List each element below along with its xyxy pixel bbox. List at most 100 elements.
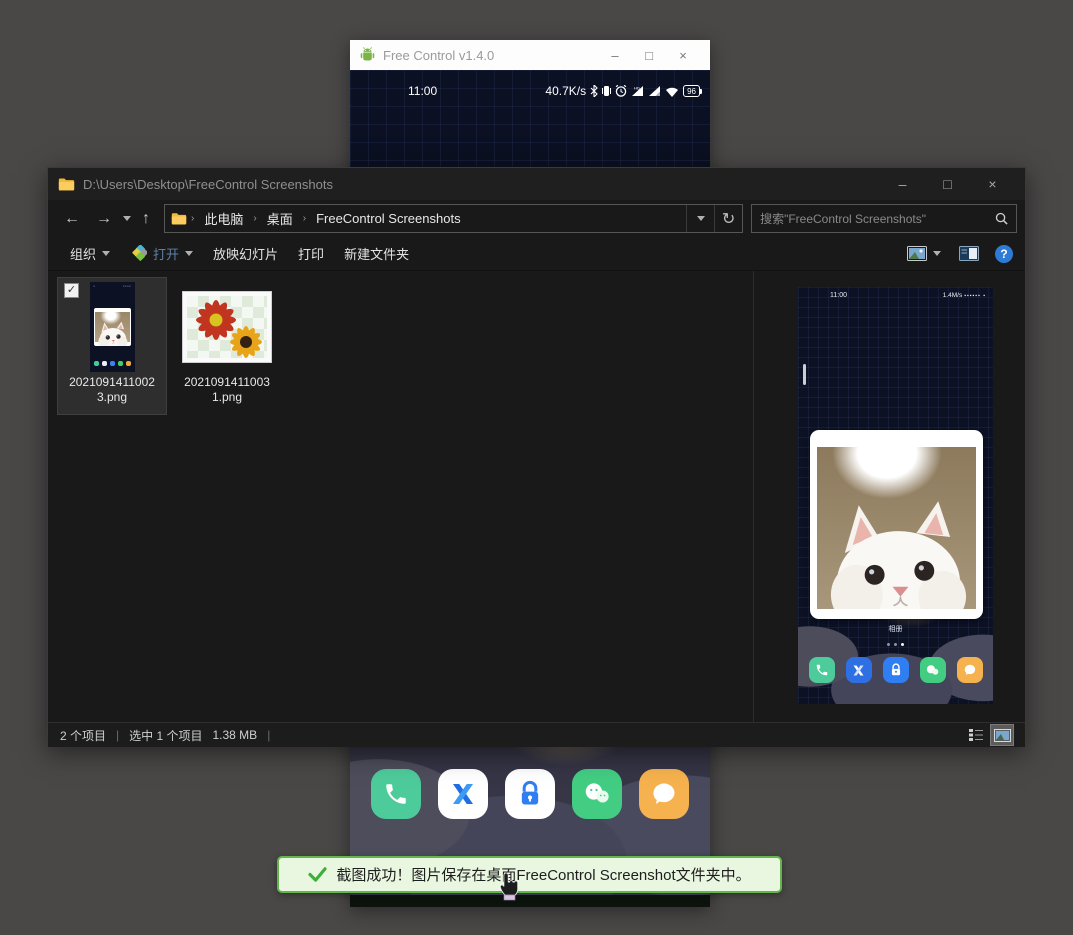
preview-phone-status-bar: 11:00 1.4M/s ▪▪▪▪▪▪ ▪ (798, 292, 993, 299)
close-button[interactable]: × (666, 48, 700, 63)
maximize-button[interactable]: □ (925, 176, 970, 192)
photo-widget-label: 相册 (798, 624, 993, 634)
navigation-bar: ← → ↑ › 此电脑 › 桌面 › FreeControl Screensho… (48, 200, 1025, 237)
messages-app-icon[interactable] (639, 769, 689, 819)
status-separator: | (116, 728, 119, 742)
breadcrumb-separator: › (301, 213, 308, 224)
phone-clock: 11:00 (408, 84, 437, 98)
open-button[interactable]: 打开 (120, 237, 203, 270)
svg-text:HD: HD (634, 86, 640, 91)
x-browser-app-icon[interactable] (438, 769, 488, 819)
battery-icon: 96 (683, 85, 700, 97)
selection-size: 1.38 MB (212, 728, 257, 742)
new-folder-label: 新建文件夹 (344, 244, 409, 263)
status-separator: | (267, 728, 270, 742)
minimize-button[interactable]: – (880, 176, 925, 192)
phone-status-bar: 11:00 40.7K/s HD 96 (350, 82, 710, 100)
preview-clock: 11:00 (830, 292, 847, 299)
signal-sim2-icon (648, 85, 661, 97)
print-button[interactable]: 打印 (288, 237, 334, 270)
wechat-app-icon (920, 657, 946, 683)
slideshow-label: 放映幻灯片 (213, 244, 278, 263)
organize-button[interactable]: 组织 (60, 237, 120, 270)
photo-widget-card (810, 430, 983, 619)
sidebar-handle (803, 364, 806, 385)
slideshow-button[interactable]: 放映幻灯片 (203, 237, 288, 270)
preview-net-speed: 1.4M/s (943, 292, 963, 299)
thumbnail-view-icon (907, 246, 927, 261)
home-page-dots (798, 643, 993, 646)
file-name: 2021091411003 1.png (184, 375, 270, 405)
file-list-area[interactable]: ▪▪▪▪▪ 2021091411002 3.png ✓ (48, 271, 1025, 722)
breadcrumb-this-pc[interactable]: 此电脑 (198, 205, 249, 232)
refresh-button[interactable]: ↻ (714, 205, 742, 232)
folder-icon (171, 212, 187, 225)
search-icon[interactable] (995, 212, 1008, 225)
details-view-button[interactable] (965, 725, 987, 745)
close-button[interactable]: × (970, 176, 1015, 192)
search-box[interactable] (751, 204, 1017, 233)
forward-button[interactable]: → (88, 210, 120, 228)
explorer-title: D:\Users\Desktop\FreeControl Screenshots (83, 177, 880, 192)
x-browser-app-icon (846, 657, 872, 683)
selection-checkbox[interactable]: ✓ (64, 283, 79, 298)
preview-status-icons: ▪▪▪▪▪▪ ▪ (964, 293, 986, 299)
chevron-down-icon (185, 251, 193, 256)
print-label: 打印 (298, 244, 324, 263)
search-input[interactable] (752, 212, 995, 226)
new-folder-button[interactable]: 新建文件夹 (334, 237, 419, 270)
organize-label: 组织 (70, 244, 96, 263)
back-button[interactable]: ← (56, 210, 88, 228)
phone-app-icon (809, 657, 835, 683)
window-title: Free Control v1.4.0 (383, 48, 598, 63)
file-item-screenshot[interactable]: 2021091411003 1.png (173, 278, 281, 414)
screenshot-success-toast: 截图成功！图片保存在桌面FreeControl Screenshot文件夹中。 (277, 856, 782, 893)
hand-cursor (498, 871, 520, 901)
preview-pane-button[interactable] (957, 246, 981, 261)
lock-app-icon (883, 657, 909, 683)
file-thumbnail: ▪▪▪▪▪ (90, 282, 135, 372)
android-icon (360, 47, 375, 63)
explorer-titlebar[interactable]: D:\Users\Desktop\FreeControl Screenshots… (48, 168, 1025, 200)
phone-nav-strip (350, 895, 710, 907)
minimize-button[interactable]: – (598, 48, 632, 63)
command-toolbar: 组织 打开 放映幻灯片 打印 新建文件夹 (48, 237, 1025, 271)
cat-photo (817, 447, 976, 609)
address-bar[interactable]: › 此电脑 › 桌面 › FreeControl Screenshots ↻ (164, 204, 743, 233)
address-dropdown-chevron-icon[interactable] (686, 205, 714, 232)
history-chevron-icon[interactable] (120, 213, 134, 224)
breadcrumb-desktop[interactable]: 桌面 (261, 205, 299, 232)
check-icon (308, 867, 327, 882)
wifi-icon (665, 86, 679, 97)
messages-app-icon (957, 657, 983, 683)
chevron-down-icon (102, 251, 110, 256)
free-control-titlebar[interactable]: Free Control v1.4.0 – □ × (350, 40, 710, 70)
breadcrumb-current-folder[interactable]: FreeControl Screenshots (310, 207, 467, 230)
maximize-button[interactable]: □ (632, 48, 666, 63)
status-bar: 2 个项目 | 选中 1 个项目 1.38 MB | (48, 722, 1025, 747)
help-button[interactable]: ? (995, 245, 1013, 263)
chevron-down-icon (933, 251, 941, 256)
up-button[interactable]: ↑ (134, 210, 158, 228)
wechat-app-icon[interactable] (572, 769, 622, 819)
bluetooth-icon (590, 85, 598, 97)
items-count: 2 个项目 (60, 727, 106, 744)
breadcrumb-separator: › (251, 213, 258, 224)
preview-image: 11:00 1.4M/s ▪▪▪▪▪▪ ▪ (798, 287, 993, 704)
folder-icon (58, 177, 75, 191)
lock-app-icon[interactable] (505, 769, 555, 819)
network-speed: 40.7K/s (545, 84, 586, 98)
large-icons-view-button[interactable] (991, 725, 1013, 745)
change-view-button[interactable] (905, 246, 943, 261)
preview-pane-icon (959, 246, 979, 261)
file-name: 2021091411002 3.png (69, 375, 155, 405)
preview-dock (798, 657, 993, 683)
preview-pane-divider[interactable] (753, 271, 754, 722)
phone-app-icon[interactable] (371, 769, 421, 819)
file-explorer-window: D:\Users\Desktop\FreeControl Screenshots… (47, 167, 1026, 747)
selection-count: 选中 1 个项目 (129, 727, 202, 744)
vibrate-icon (602, 85, 611, 97)
file-item-screenshot[interactable]: ▪▪▪▪▪ 2021091411002 3.png ✓ (58, 278, 166, 414)
toast-message: 截图成功！图片保存在桌面FreeControl Screenshot文件夹中。 (336, 864, 750, 885)
breadcrumb-separator: › (189, 213, 196, 224)
